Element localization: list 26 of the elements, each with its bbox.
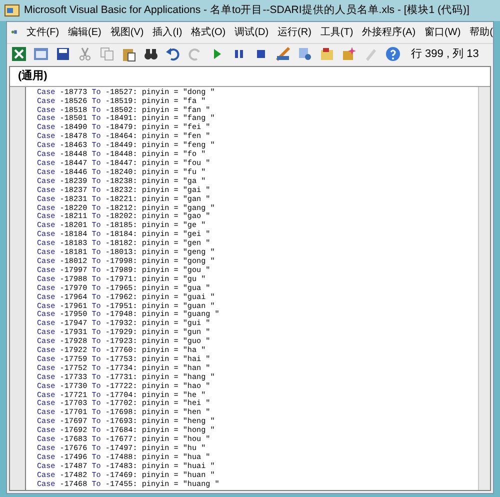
project-explorer-icon[interactable] — [297, 46, 313, 62]
menu-item[interactable]: 插入(I) — [152, 24, 182, 40]
properties-icon[interactable] — [319, 46, 335, 62]
form-icon[interactable] — [33, 46, 49, 62]
design-mode-icon[interactable] — [275, 46, 291, 62]
help-icon[interactable] — [385, 46, 401, 62]
object-browser-icon[interactable] — [341, 46, 357, 62]
menu-item[interactable]: 运行(R) — [278, 24, 312, 40]
menu-item[interactable]: 编辑(E) — [68, 24, 102, 40]
menu-item[interactable]: 格式(O) — [191, 24, 226, 40]
app-icon — [4, 2, 20, 18]
window-title: Microsoft Visual Basic for Applications - 名单to开目--SDARI提供的人员名单.xls - [模块1 (代码)] — [24, 2, 470, 18]
object-dropdown[interactable]: (通用) — [18, 68, 48, 85]
cursor-position: 行 399 , 列 13 — [411, 46, 479, 62]
save-icon[interactable] — [55, 46, 71, 62]
vertical-scrollbar[interactable] — [478, 86, 490, 490]
menu-item[interactable]: 工具(T) — [320, 24, 354, 40]
cut-icon[interactable] — [77, 46, 93, 62]
menu-item[interactable]: 视图(V) — [110, 24, 144, 40]
undo-icon[interactable] — [165, 46, 181, 62]
excel-icon[interactable] — [11, 46, 27, 62]
menu-item[interactable]: 外接程序(A) — [362, 24, 416, 40]
menu-item[interactable]: 帮助( — [470, 24, 493, 40]
menu-item[interactable]: 窗口(W) — [424, 24, 461, 40]
menu-item[interactable]: 调试(D) — [234, 24, 269, 40]
menu-item[interactable]: 文件(F) — [26, 24, 60, 40]
